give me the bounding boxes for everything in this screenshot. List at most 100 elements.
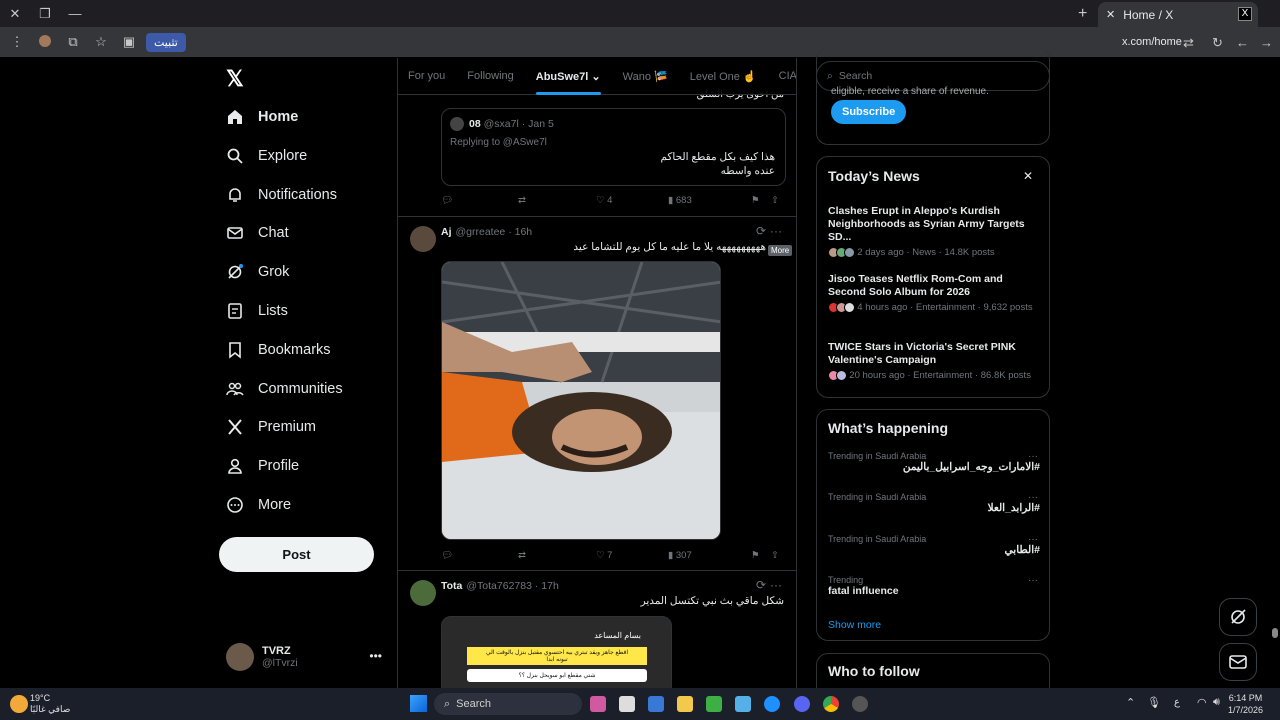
account-switcher[interactable]: TVRZ @lTvrzi ••• bbox=[226, 643, 386, 671]
retweet-icon[interactable]: ⇄ bbox=[518, 195, 596, 206]
copilot-icon[interactable] bbox=[590, 696, 606, 712]
trend-item[interactable]: Trending in Saudi Arabia ··· #الامارات_وجه… bbox=[828, 451, 1040, 473]
close-window-icon[interactable]: ✕ bbox=[0, 6, 30, 22]
profile-icon[interactable] bbox=[34, 34, 56, 50]
store-icon[interactable] bbox=[619, 696, 635, 712]
windows-start-icon[interactable] bbox=[410, 695, 427, 712]
more-dots-icon[interactable]: ··· bbox=[770, 578, 782, 592]
new-tab-button[interactable]: + bbox=[1078, 5, 1087, 23]
subscribe-button[interactable]: Subscribe bbox=[831, 100, 907, 124]
scrollbar-thumb[interactable] bbox=[1272, 628, 1278, 638]
tweet-image[interactable]: بسام المساعد اقطع جاهز ويقد تبتري بيه اح… bbox=[441, 616, 672, 688]
weather-widget[interactable]: 19°C صافي غالبًا bbox=[30, 693, 70, 715]
nav-item-lists[interactable]: Lists bbox=[226, 302, 288, 320]
minecraft-icon[interactable] bbox=[706, 696, 722, 712]
nav-item-home[interactable]: Home bbox=[226, 108, 298, 126]
menu-icon[interactable]: ⋮ bbox=[6, 34, 28, 50]
views-button[interactable]: ▮ 307 bbox=[668, 550, 751, 561]
nav-item-premium[interactable]: Premium bbox=[226, 418, 316, 436]
file-explorer-icon[interactable] bbox=[677, 696, 693, 712]
like-button[interactable]: ♡ 7 bbox=[596, 550, 668, 561]
language-indicator[interactable]: ع bbox=[1174, 697, 1180, 708]
site-settings-icon[interactable]: ⇄ bbox=[1183, 35, 1194, 51]
microphone-icon[interactable]: 🎙︎ bbox=[1147, 696, 1161, 709]
trend-item[interactable]: Trending in Saudi Arabia ··· #الطابي bbox=[828, 534, 1040, 556]
reply-icon[interactable]: 💬︎ bbox=[441, 550, 518, 561]
nav-item-grok[interactable]: Grok bbox=[226, 263, 289, 281]
news-item[interactable]: Jisoo Teases Netflix Rom-Com and Second … bbox=[828, 273, 1042, 313]
address-bar[interactable]: x.com/home bbox=[1122, 36, 1182, 48]
news-item[interactable]: Clashes Erupt in Aleppo's Kurdish Neighb… bbox=[828, 205, 1042, 258]
bookmark-star-icon[interactable]: ☆ bbox=[90, 34, 112, 50]
show-more-link[interactable]: Show more bbox=[828, 619, 881, 631]
like-button[interactable]: ♡ 4 bbox=[596, 195, 668, 206]
cast-icon[interactable]: ▣ bbox=[118, 34, 140, 50]
author-name[interactable]: Aj bbox=[441, 226, 452, 238]
messages-fab-button[interactable] bbox=[1219, 643, 1257, 681]
retweet-icon[interactable]: ⇄ bbox=[518, 550, 596, 561]
nav-item-bookmarks[interactable]: Bookmarks bbox=[226, 341, 331, 359]
close-icon[interactable]: ✕ bbox=[1023, 169, 1033, 183]
tab-abuswe7l[interactable]: AbuSwe7l ⌄ bbox=[535, 70, 601, 95]
more-dots-icon[interactable]: ··· bbox=[770, 224, 782, 238]
trend-item[interactable]: Trending ··· fatal influence bbox=[828, 575, 1040, 597]
grok-icon[interactable]: ⟳ bbox=[756, 224, 766, 238]
chevron-up-icon[interactable]: ⌃ bbox=[1126, 696, 1135, 709]
grok-fab-button[interactable] bbox=[1219, 598, 1257, 636]
nav-item-chat[interactable]: Chat bbox=[226, 224, 289, 242]
tab-wano[interactable]: Wano 🎏 bbox=[623, 70, 668, 83]
x-logo-icon[interactable]: 𝕏 bbox=[226, 66, 244, 92]
discord-icon[interactable] bbox=[794, 696, 810, 712]
taskbar-search[interactable]: ⌕ Search bbox=[434, 693, 582, 715]
forward-icon[interactable]: → bbox=[1260, 35, 1273, 50]
share-icon[interactable]: ⇧ bbox=[771, 550, 779, 561]
back-icon[interactable]: ← bbox=[1236, 35, 1249, 50]
nav-item-notifications[interactable]: Notifications bbox=[226, 186, 337, 204]
weather-icon[interactable] bbox=[10, 695, 28, 713]
quoted-tweet[interactable]: 08 @sxa7l · Jan 5 Replying to @ASwe7l هذ… bbox=[441, 108, 786, 186]
volume-icon[interactable]: 🔊︎ bbox=[1213, 696, 1220, 709]
share-icon[interactable]: ⇧ bbox=[771, 195, 779, 206]
tweet-image[interactable] bbox=[441, 261, 721, 540]
views-button[interactable]: ▮ 683 bbox=[668, 195, 751, 206]
news-item[interactable]: TWICE Stars in Victoria's Secret PINK Va… bbox=[828, 341, 1042, 381]
avatar[interactable] bbox=[410, 580, 436, 606]
nav-item-explore[interactable]: Explore bbox=[226, 147, 307, 165]
tab-cia-ali[interactable]: CIA ALI bbox=[779, 70, 796, 82]
extensions-icon[interactable]: ⧉ bbox=[62, 34, 84, 50]
wifi-icon[interactable]: ◠ bbox=[1197, 696, 1207, 709]
edge-icon[interactable] bbox=[764, 696, 780, 712]
browser-tab[interactable]: ✕ Home / X X bbox=[1098, 2, 1258, 27]
nav-item-communities[interactable]: Communities bbox=[226, 380, 343, 398]
more-dots-icon[interactable]: ··· bbox=[1028, 492, 1038, 503]
grok-icon[interactable]: ⟳ bbox=[756, 578, 766, 592]
post-button[interactable]: Post bbox=[219, 537, 374, 572]
bookmark-icon[interactable]: ⚑ bbox=[751, 550, 771, 561]
reply-icon[interactable]: 💬︎ bbox=[441, 195, 518, 206]
minimize-window-icon[interactable]: — bbox=[60, 6, 90, 21]
tab-following[interactable]: Following bbox=[467, 70, 513, 82]
more-dots-icon[interactable]: ··· bbox=[1028, 575, 1038, 586]
reload-icon[interactable]: ↻ bbox=[1212, 35, 1223, 51]
avatar[interactable] bbox=[410, 226, 436, 252]
more-dots-icon[interactable]: ··· bbox=[1028, 534, 1038, 545]
avatar bbox=[844, 302, 855, 313]
nav-item-profile[interactable]: Profile bbox=[226, 457, 299, 475]
defender-icon[interactable] bbox=[648, 696, 664, 712]
app-icon[interactable] bbox=[852, 696, 868, 712]
bookmark-icon[interactable]: ⚑ bbox=[751, 195, 771, 206]
trend-item[interactable]: Trending in Saudi Arabia ··· #الرابد_العلا bbox=[828, 492, 1040, 514]
author-name[interactable]: Tota bbox=[441, 580, 462, 592]
nav-item-more[interactable]: More bbox=[226, 496, 291, 514]
page-scrollbar[interactable] bbox=[1270, 58, 1280, 688]
app-icon[interactable] bbox=[735, 696, 751, 712]
chrome-icon[interactable] bbox=[823, 696, 839, 712]
more-dots-icon[interactable]: ··· bbox=[1028, 451, 1038, 462]
tab-level-one[interactable]: Level One ☝ bbox=[690, 70, 757, 83]
system-clock[interactable]: 6:14 PM 1/7/2026 bbox=[1228, 692, 1263, 716]
install-app-button[interactable]: تثبيت bbox=[146, 32, 186, 52]
restore-window-icon[interactable]: ❐ bbox=[30, 6, 60, 22]
close-tab-icon[interactable]: ✕ bbox=[1106, 8, 1115, 21]
tab-for-you[interactable]: For you bbox=[408, 70, 445, 82]
more-dots-icon[interactable]: ••• bbox=[369, 649, 382, 663]
